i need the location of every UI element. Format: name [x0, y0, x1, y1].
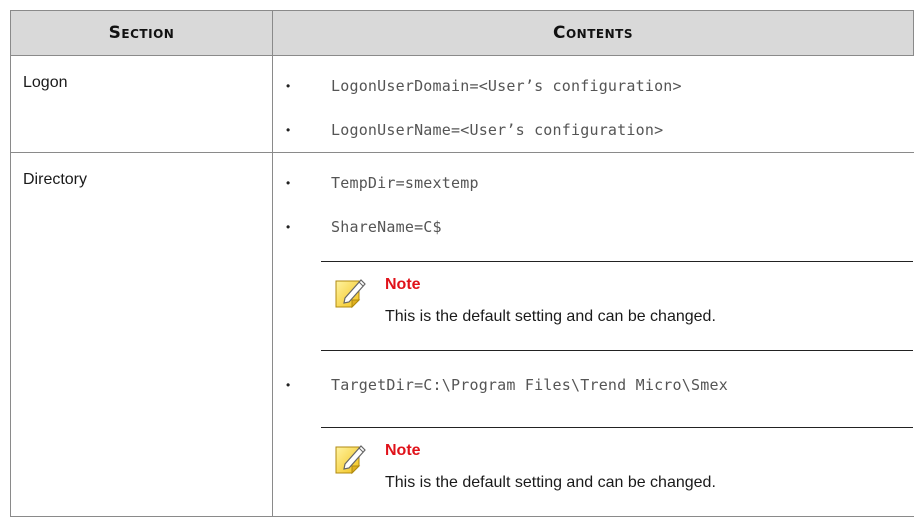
bullet-dot: •: [286, 79, 291, 93]
note-box: Note This is the default setting and can…: [321, 261, 913, 351]
table-row-directory: Directory • TempDir=smextemp • ShareName…: [10, 152, 914, 517]
note-title: Note: [385, 442, 421, 459]
bullet-dot: •: [286, 123, 291, 137]
list-item: • LogonUserDomain=<User’s configuration>: [273, 64, 913, 108]
section-cell: Logon: [10, 55, 273, 153]
bullet-dot: •: [286, 378, 291, 392]
list-item: • TempDir=smextemp: [273, 161, 913, 205]
list-item: • TargetDir=C:\Program Files\Trend Micro…: [273, 363, 913, 407]
table-row-logon: Logon • LogonUserDomain=<User’s configur…: [10, 55, 914, 153]
header-section: Section: [10, 10, 273, 56]
setting-value: LogonUserDomain=<User’s configuration>: [331, 77, 682, 95]
bullet-dot: •: [286, 176, 291, 190]
note-pencil-icon: [335, 279, 366, 309]
setting-value: LogonUserName=<User’s configuration>: [331, 121, 664, 139]
setting-value: TargetDir=C:\Program Files\Trend Micro\S…: [331, 376, 728, 394]
contents-cell: • LogonUserDomain=<User’s configuration>…: [272, 55, 914, 153]
section-cell: Directory: [10, 152, 273, 517]
config-table: Section Contents Logon • LogonUserDomain…: [10, 10, 914, 517]
note-text: This is the default setting and can be c…: [385, 474, 716, 491]
note-title: Note: [385, 276, 421, 293]
contents-cell: • TempDir=smextemp • ShareName=C$ Note T…: [272, 152, 914, 517]
list-item: • ShareName=C$: [273, 205, 913, 249]
setting-value: ShareName=C$: [331, 218, 442, 236]
note-pencil-icon: [335, 445, 366, 475]
note-box: Note This is the default setting and can…: [321, 427, 913, 516]
note-text: This is the default setting and can be c…: [385, 308, 716, 325]
bullet-dot: •: [286, 220, 291, 234]
table-header-row: Section Contents: [10, 10, 914, 56]
setting-value: TempDir=smextemp: [331, 174, 479, 192]
header-contents: Contents: [272, 10, 914, 56]
list-item: • LogonUserName=<User’s configuration>: [273, 108, 913, 152]
